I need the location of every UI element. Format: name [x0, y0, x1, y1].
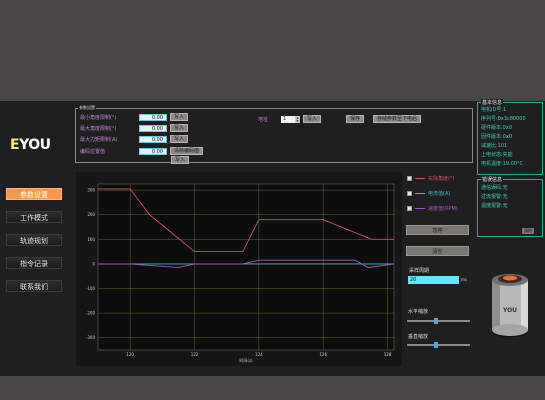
- slider-thumb[interactable]: [433, 342, 438, 348]
- legend-speed[interactable]: 速度值(RPM): [407, 205, 458, 212]
- param-label: 最大角度限制(°): [80, 125, 117, 132]
- logo-you: YOU: [19, 137, 51, 153]
- legend-label: 电流值(A): [428, 191, 451, 197]
- info-line: 上电状态:失能: [481, 152, 513, 158]
- encoder-input[interactable]: 0.00: [139, 147, 167, 155]
- motor-info-panel: 基本信息 电机ID号:1 序列号:0x3c80000 硬件版本:0x0 固件版本…: [477, 99, 543, 175]
- legend-current[interactable]: 电流值(A): [407, 190, 450, 197]
- legend-angle[interactable]: 实际角度(°): [407, 175, 454, 182]
- vertical-scale-label: 垂直缩放: [408, 334, 429, 340]
- line-chart: 120 122 124 126 1283002001000-100-200-300 时间…: [76, 172, 402, 366]
- horizontal-scale-label: 水平缩放: [408, 309, 429, 315]
- sample-period-unit: ms: [461, 277, 467, 282]
- max-torque-input[interactable]: 0.00: [139, 135, 167, 143]
- sidebar-item-contact[interactable]: 联系我们: [6, 280, 62, 292]
- sidebar-item-work-mode[interactable]: 工作模式: [6, 211, 62, 223]
- encoder-row: 编码位置值 0.00 清除编码值: [80, 147, 204, 155]
- min-angle-input[interactable]: 0.00: [139, 113, 167, 121]
- sample-period-input[interactable]: 20: [408, 276, 459, 284]
- bottom-bar: [0, 376, 545, 400]
- save-button[interactable]: 保存: [346, 115, 365, 123]
- info-line: 电机温度:19.00°C: [481, 161, 523, 167]
- x-tick-label: 126: [319, 352, 327, 357]
- min-angle-row: 最小角度限制(°) 0.00 写入: [80, 113, 189, 121]
- max-angle-row: 最大角度限制(°) 0.00 写入: [80, 124, 189, 132]
- write-max-torque-button[interactable]: 写入: [170, 135, 189, 143]
- write-max-angle-button[interactable]: 写入: [170, 124, 189, 132]
- extra-write-button[interactable]: 写入: [171, 156, 190, 164]
- write-min-angle-button[interactable]: 写入: [170, 113, 189, 121]
- y-tick-label: -300: [86, 335, 96, 340]
- info-line: 序列号:0x3c80000: [481, 116, 526, 122]
- panel-legend: 错误信息: [481, 176, 504, 183]
- save-default-button[interactable]: 存储参数至下电后: [373, 115, 422, 123]
- parameter-settings-panel: 参数设置 最小角度限制(°) 0.00 写入 最大角度限制(°) 0.00 写入…: [75, 105, 473, 164]
- sidebar-item-trajectory[interactable]: 轨迹规划: [6, 234, 62, 246]
- x-axis-label: 时间(s): [239, 357, 253, 363]
- info-line: 温度报警:无: [481, 203, 508, 209]
- legend-swatch: [415, 178, 425, 179]
- legend-swatch: [415, 208, 425, 209]
- id-stepper[interactable]: 1 ▴ ▾: [281, 115, 300, 123]
- panel-legend: 基本信息: [481, 99, 504, 106]
- vertical-scale-slider[interactable]: [407, 342, 470, 348]
- horizontal-scale-slider[interactable]: [407, 318, 470, 324]
- plot-area: [97, 183, 395, 351]
- info-line: 通信误码:无: [481, 185, 508, 191]
- sidebar-item-params[interactable]: 参数设置: [6, 188, 62, 200]
- max-angle-input[interactable]: 0.00: [139, 124, 167, 132]
- info-line: 电机ID号:1: [481, 107, 507, 113]
- clear-button[interactable]: 清空: [406, 246, 469, 256]
- y-tick-label: -100: [86, 286, 96, 291]
- x-tick-label: 120: [126, 352, 134, 357]
- motor-brand-mark: YOU: [502, 307, 517, 314]
- y-tick-label: 200: [87, 212, 95, 217]
- param-label: 编码位置值: [80, 148, 106, 155]
- param-label: 最小角度限制(°): [80, 114, 117, 121]
- sample-period-label: 采样周期: [409, 268, 430, 274]
- legend-swatch: [415, 193, 425, 194]
- panel-legend: 参数设置: [78, 105, 96, 111]
- app-window: EYOU 参数设置 最小角度限制(°) 0.00 写入 最大角度限制(°) 0.…: [0, 99, 545, 376]
- legend-label: 速度值(RPM): [428, 206, 458, 212]
- write-id-button[interactable]: 写入: [303, 115, 322, 123]
- id-stepper-value: 1: [281, 115, 295, 123]
- x-tick-label: 128: [384, 352, 392, 357]
- pause-button[interactable]: 暂停: [406, 225, 469, 235]
- legend-label: 实际角度(°): [428, 176, 455, 182]
- y-tick-label: 100: [87, 237, 95, 242]
- param-label: 最大力矩限制(A): [80, 136, 118, 143]
- logo-e: E: [10, 137, 20, 153]
- info-line: 过流报警:无: [481, 194, 508, 200]
- y-tick-label: 300: [87, 188, 95, 193]
- slider-thumb[interactable]: [433, 318, 438, 324]
- legend-checkbox[interactable]: [407, 176, 412, 181]
- x-tick-label: 124: [255, 352, 263, 357]
- x-tick-label: 122: [191, 352, 199, 357]
- stepper-arrows-icon[interactable]: ▴ ▾: [295, 115, 300, 123]
- info-line: 固件版本:0x0: [481, 134, 513, 140]
- motor-image: YOU: [477, 266, 543, 344]
- sidebar-item-command-log[interactable]: 指令记录: [6, 257, 62, 269]
- eyou-logo: EYOU: [10, 134, 65, 152]
- info-line: 减速比:101: [481, 143, 508, 149]
- clear-errors-button[interactable]: 清除: [522, 228, 534, 234]
- max-torque-row: 最大力矩限制(A) 0.00 写入: [80, 135, 189, 143]
- info-line: 硬件版本:0x0: [481, 125, 513, 131]
- id-row: 地址 1 ▴ ▾ 写入: [258, 115, 322, 123]
- clear-encoder-button[interactable]: 清除编码值: [170, 147, 204, 155]
- id-label: 地址: [258, 116, 269, 123]
- y-tick-label: -200: [86, 311, 96, 316]
- legend-checkbox[interactable]: [407, 191, 412, 196]
- legend-checkbox[interactable]: [407, 206, 412, 211]
